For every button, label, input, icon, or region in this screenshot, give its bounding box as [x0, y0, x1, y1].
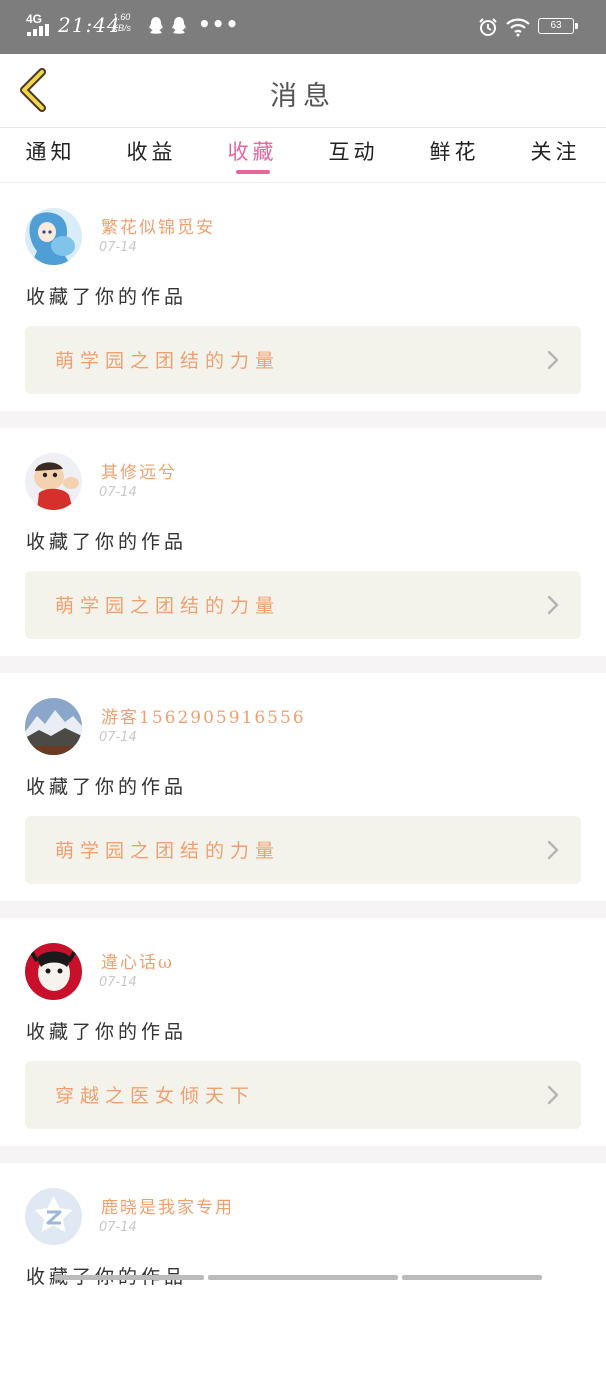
- tab-follows[interactable]: 关注: [505, 136, 606, 166]
- divider: [0, 901, 606, 918]
- tab-bar: 通知 收益 收藏 互动 鲜花 关注: [0, 128, 606, 183]
- timestamp: 07-14: [99, 975, 137, 990]
- tab-flowers[interactable]: 鲜花: [404, 136, 505, 166]
- avatar[interactable]: [25, 453, 82, 510]
- action-text: 收藏了你的作品: [26, 1021, 188, 1043]
- list-item: 違心话ω 07-14 收藏了你的作品 穿越之医女倾天下: [0, 918, 606, 1146]
- tab-favorites[interactable]: 收藏: [202, 136, 303, 166]
- chevron-right-icon: [547, 840, 559, 860]
- app-header: 消息: [0, 54, 606, 128]
- wifi-icon: [506, 18, 530, 37]
- list-item: 游客1562905916556 07-14 收藏了你的作品 萌学园之团结的力量: [0, 673, 606, 901]
- speed-value: 1.60: [112, 12, 131, 22]
- avatar[interactable]: [25, 1188, 82, 1245]
- message-list: 繁花似锦觅安 07-14 收藏了你的作品 萌学园之团结的力量 其修远兮 07-1…: [0, 183, 606, 1391]
- divider: [0, 411, 606, 428]
- qq-icon: [172, 17, 186, 34]
- chevron-right-icon: [547, 595, 559, 615]
- avatar[interactable]: [25, 208, 82, 265]
- username[interactable]: 違心话ω: [101, 948, 174, 973]
- work-title: 萌学园之团结的力量: [55, 595, 281, 617]
- timestamp: 07-14: [99, 1220, 137, 1235]
- username[interactable]: 繁花似锦觅安: [101, 213, 215, 238]
- avatar[interactable]: [25, 943, 82, 1000]
- timestamp: 07-14: [99, 730, 137, 745]
- username[interactable]: 游客1562905916556: [101, 703, 306, 728]
- work-link[interactable]: 穿越之医女倾天下: [25, 1061, 581, 1129]
- status-bar: 4G 21:44 1.60 KB/s ••• 63: [0, 0, 606, 54]
- list-item: 繁花似锦觅安 07-14 收藏了你的作品 萌学园之团结的力量: [0, 183, 606, 411]
- more-notifications-icon: •••: [198, 12, 240, 36]
- divider: [0, 1146, 606, 1163]
- work-link[interactable]: 萌学园之团结的力量: [25, 816, 581, 884]
- work-title: 穿越之医女倾天下: [55, 1085, 256, 1107]
- chevron-right-icon: [547, 1085, 559, 1105]
- timestamp: 07-14: [99, 485, 137, 500]
- list-item: 其修远兮 07-14 收藏了你的作品 萌学园之团结的力量: [0, 428, 606, 656]
- signal-icon: [27, 24, 49, 36]
- action-text: 收藏了你的作品: [26, 531, 188, 553]
- divider: [0, 656, 606, 673]
- speed-unit: KB/s: [112, 23, 132, 33]
- work-title: 萌学园之团结的力量: [55, 350, 281, 372]
- network-speed: 1.60 KB/s: [112, 12, 131, 34]
- battery-icon: 63: [538, 18, 578, 34]
- tab-interactions[interactable]: 互动: [303, 136, 404, 166]
- work-title: 萌学园之团结的力量: [55, 840, 281, 862]
- page-title: 消息: [270, 81, 336, 112]
- active-tab-indicator: [236, 170, 270, 174]
- tab-earnings[interactable]: 收益: [101, 136, 202, 166]
- username[interactable]: 鹿晓是我家专用: [101, 1193, 234, 1218]
- action-text: 收藏了你的作品: [26, 286, 188, 308]
- alarm-icon: [479, 18, 497, 36]
- avatar[interactable]: [25, 698, 82, 755]
- work-link[interactable]: 萌学园之团结的力量: [25, 571, 581, 639]
- action-text: 收藏了你的作品: [26, 776, 188, 798]
- timestamp: 07-14: [99, 240, 137, 255]
- chevron-right-icon: [547, 350, 559, 370]
- bottom-navigation-hint: [0, 1274, 606, 1280]
- tab-notifications[interactable]: 通知: [0, 136, 101, 166]
- qq-icon: [149, 17, 163, 34]
- username[interactable]: 其修远兮: [101, 458, 177, 483]
- work-link[interactable]: 萌学园之团结的力量: [25, 326, 581, 394]
